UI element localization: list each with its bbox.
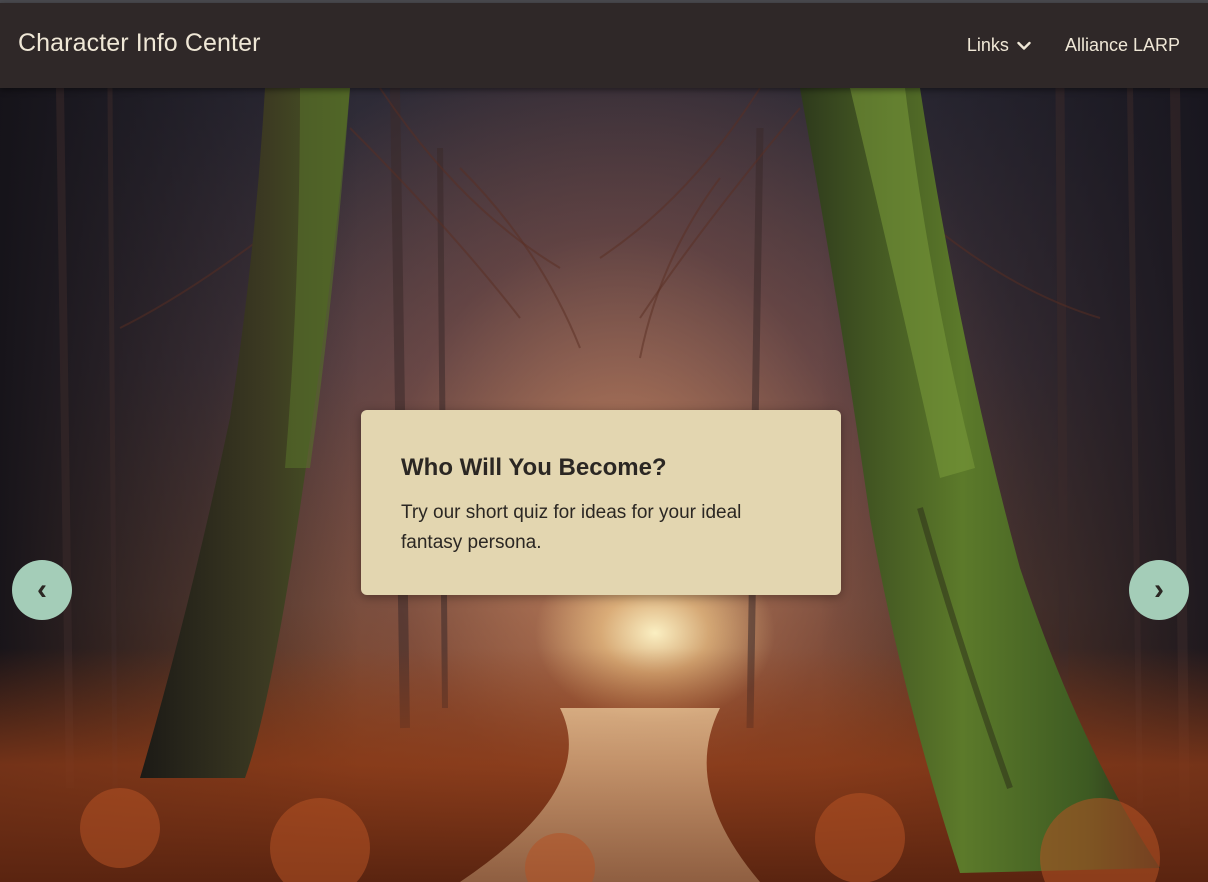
- nav-links-label: Links: [966, 35, 1009, 55]
- caption-text: Try our short quiz for ideas for your id…: [401, 502, 742, 553]
- chevron-down-icon: [1017, 41, 1031, 50]
- nav-links-dropdown[interactable]: Links: [967, 35, 1031, 56]
- carousel-prev-button[interactable]: ‹: [12, 560, 72, 620]
- nav-link-alliance-larp[interactable]: Alliance LARP: [1065, 35, 1180, 56]
- navbar: Character Info Center Links Alliance LAR…: [0, 3, 1208, 88]
- chevron-left-icon: ‹: [37, 573, 47, 606]
- carousel-next-button[interactable]: ›: [1129, 560, 1189, 620]
- carousel-caption-card[interactable]: Who Will You Become? Try our short quiz …: [361, 410, 841, 595]
- chevron-right-icon: ›: [1154, 573, 1164, 606]
- site-brand[interactable]: Character Info Center: [18, 29, 261, 58]
- caption-title: Who Will You Become?: [401, 454, 667, 481]
- nav-links: Links Alliance LARP: [967, 35, 1180, 56]
- nav-alliance-label: Alliance LARP: [1064, 35, 1180, 55]
